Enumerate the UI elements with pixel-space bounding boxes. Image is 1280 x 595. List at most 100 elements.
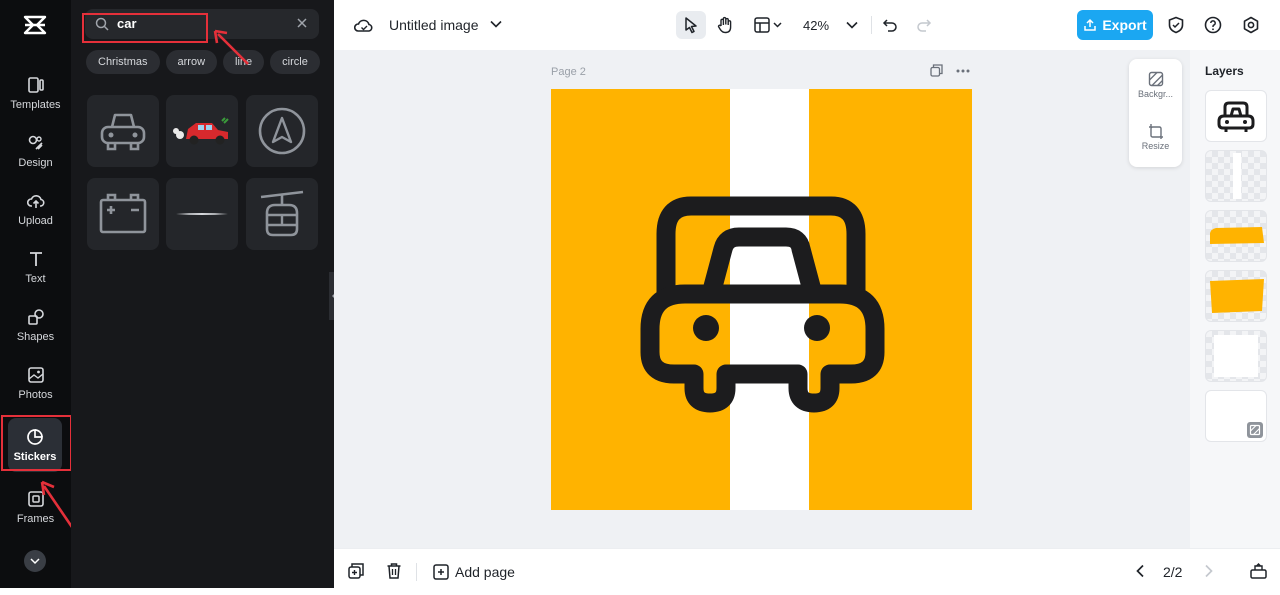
sticker-navigation[interactable]	[246, 95, 318, 167]
redo-button[interactable]	[914, 11, 934, 39]
background-tool-label: Backgr...	[1137, 89, 1173, 99]
canvas-side-tools: Backgr... Resize	[1129, 59, 1182, 167]
chip-circle[interactable]: circle	[270, 50, 320, 74]
rail-item-label: Templates	[10, 98, 61, 111]
shapes-icon	[27, 308, 44, 325]
duplicate-page-icon[interactable]	[348, 563, 364, 579]
add-page-label: Add page	[455, 564, 515, 580]
page-label: Page 2	[551, 66, 586, 78]
close-icon[interactable]	[295, 16, 309, 30]
divider	[416, 563, 417, 581]
rail-item-label: Text	[25, 272, 46, 285]
zoom-level[interactable]: 42%	[803, 11, 829, 39]
chevron-down-icon	[30, 558, 40, 565]
export-button[interactable]: Export	[1077, 10, 1153, 40]
sticker-red-car[interactable]	[166, 95, 238, 167]
sticker-search-input[interactable]: car	[85, 9, 319, 39]
resize-icon	[1148, 124, 1163, 139]
layer-yellow-shape-2[interactable]	[1205, 270, 1267, 322]
line-icon	[176, 213, 228, 215]
top-bar: Untitled image 42% Export	[334, 0, 1280, 50]
chevron-down-icon[interactable]	[490, 20, 502, 28]
battery-icon	[99, 193, 147, 234]
background-icon	[1148, 71, 1163, 87]
undo-icon	[882, 19, 897, 32]
white-rect-thumb	[1214, 335, 1258, 377]
sticker-car-outline[interactable]	[87, 95, 159, 167]
rail-item-label: Photos	[18, 388, 53, 401]
redo-icon	[917, 19, 932, 32]
suggestion-chips: Christmas arrow line circle	[86, 50, 320, 76]
search-icon	[95, 17, 109, 31]
text-icon	[29, 251, 42, 266]
export-label: Export	[1102, 17, 1147, 33]
duplicate-page-icon[interactable]	[930, 64, 943, 77]
document-title[interactable]: Untitled image	[389, 17, 479, 33]
divider	[871, 16, 872, 34]
car-headlight-left	[693, 315, 719, 341]
pages-panel-icon[interactable]	[1250, 563, 1267, 579]
stickers-icon	[27, 428, 43, 445]
layer-yellow-shape-1[interactable]	[1205, 210, 1267, 262]
rail-item-shapes[interactable]: Shapes	[2, 298, 69, 352]
hand-icon	[717, 16, 732, 34]
resize-tool-button[interactable]: Resize	[1129, 123, 1182, 151]
hand-tool-button[interactable]	[710, 11, 740, 39]
select-tool-button[interactable]	[676, 11, 706, 39]
car-headlight-right	[804, 315, 830, 341]
rail-item-label: Upload	[18, 214, 53, 227]
page-pagination: 2/2	[1163, 564, 1183, 580]
layer-white-stripe[interactable]	[1205, 150, 1267, 202]
canvas-area: Page 2 Backgr... Resize	[334, 50, 1190, 548]
sticker-line[interactable]	[166, 178, 238, 250]
templates-icon	[27, 76, 44, 93]
rail-item-label: Design	[18, 156, 53, 169]
background-tool-button[interactable]: Backgr...	[1129, 71, 1182, 99]
rail-item-design[interactable]: Design	[2, 124, 69, 178]
rail-item-photos[interactable]: Photos	[2, 356, 69, 410]
design-icon	[28, 135, 43, 150]
layout-tool-button[interactable]	[750, 11, 786, 39]
rail-more-button[interactable]	[24, 550, 46, 572]
cursor-icon	[685, 17, 697, 34]
chevron-right-icon[interactable]	[1204, 564, 1214, 578]
shield-icon[interactable]	[1167, 16, 1185, 34]
car-outline-icon	[100, 113, 146, 151]
sticker-battery[interactable]	[87, 178, 159, 250]
rail-item-templates[interactable]: Templates	[2, 66, 69, 120]
search-value: car	[117, 16, 137, 31]
add-page-button[interactable]: Add page	[433, 561, 515, 583]
yellow-shape-thumb	[1210, 279, 1264, 313]
design-canvas[interactable]	[551, 89, 972, 510]
rail-item-label: Stickers	[13, 450, 57, 463]
navigation-arrow-icon	[258, 107, 306, 155]
layer-car-icon[interactable]	[1205, 90, 1267, 142]
upload-icon	[26, 194, 44, 208]
yellow-shape-thumb	[1210, 227, 1264, 244]
layers-title: Layers	[1205, 64, 1244, 78]
background-icon	[1247, 422, 1263, 438]
layout-icon	[754, 17, 782, 33]
trash-icon[interactable]	[386, 562, 402, 580]
upload-icon	[1084, 18, 1097, 31]
rail-item-stickers[interactable]: Stickers	[8, 418, 62, 472]
layer-background[interactable]	[1205, 390, 1267, 442]
more-options-icon[interactable]	[956, 69, 970, 73]
chip-christmas[interactable]: Christmas	[86, 50, 160, 74]
chevron-left-icon[interactable]	[1135, 564, 1145, 578]
gear-icon[interactable]	[1242, 16, 1260, 34]
undo-button[interactable]	[880, 11, 900, 39]
layer-white-rect[interactable]	[1205, 330, 1267, 382]
rail-item-text[interactable]: Text	[2, 240, 69, 294]
red-car-icon	[173, 117, 229, 145]
sticker-cable-car[interactable]	[246, 178, 318, 250]
annotation-arrow-icon	[213, 29, 249, 65]
cloud-sync-icon[interactable]	[354, 16, 374, 34]
chevron-down-icon[interactable]	[846, 21, 858, 29]
rail-item-upload[interactable]: Upload	[2, 182, 69, 236]
help-icon[interactable]	[1204, 16, 1222, 34]
cable-car-icon	[260, 190, 304, 237]
car-outline-icon	[1217, 101, 1255, 132]
bottom-bar: Add page 2/2	[334, 548, 1280, 595]
resize-tool-label: Resize	[1141, 141, 1170, 151]
